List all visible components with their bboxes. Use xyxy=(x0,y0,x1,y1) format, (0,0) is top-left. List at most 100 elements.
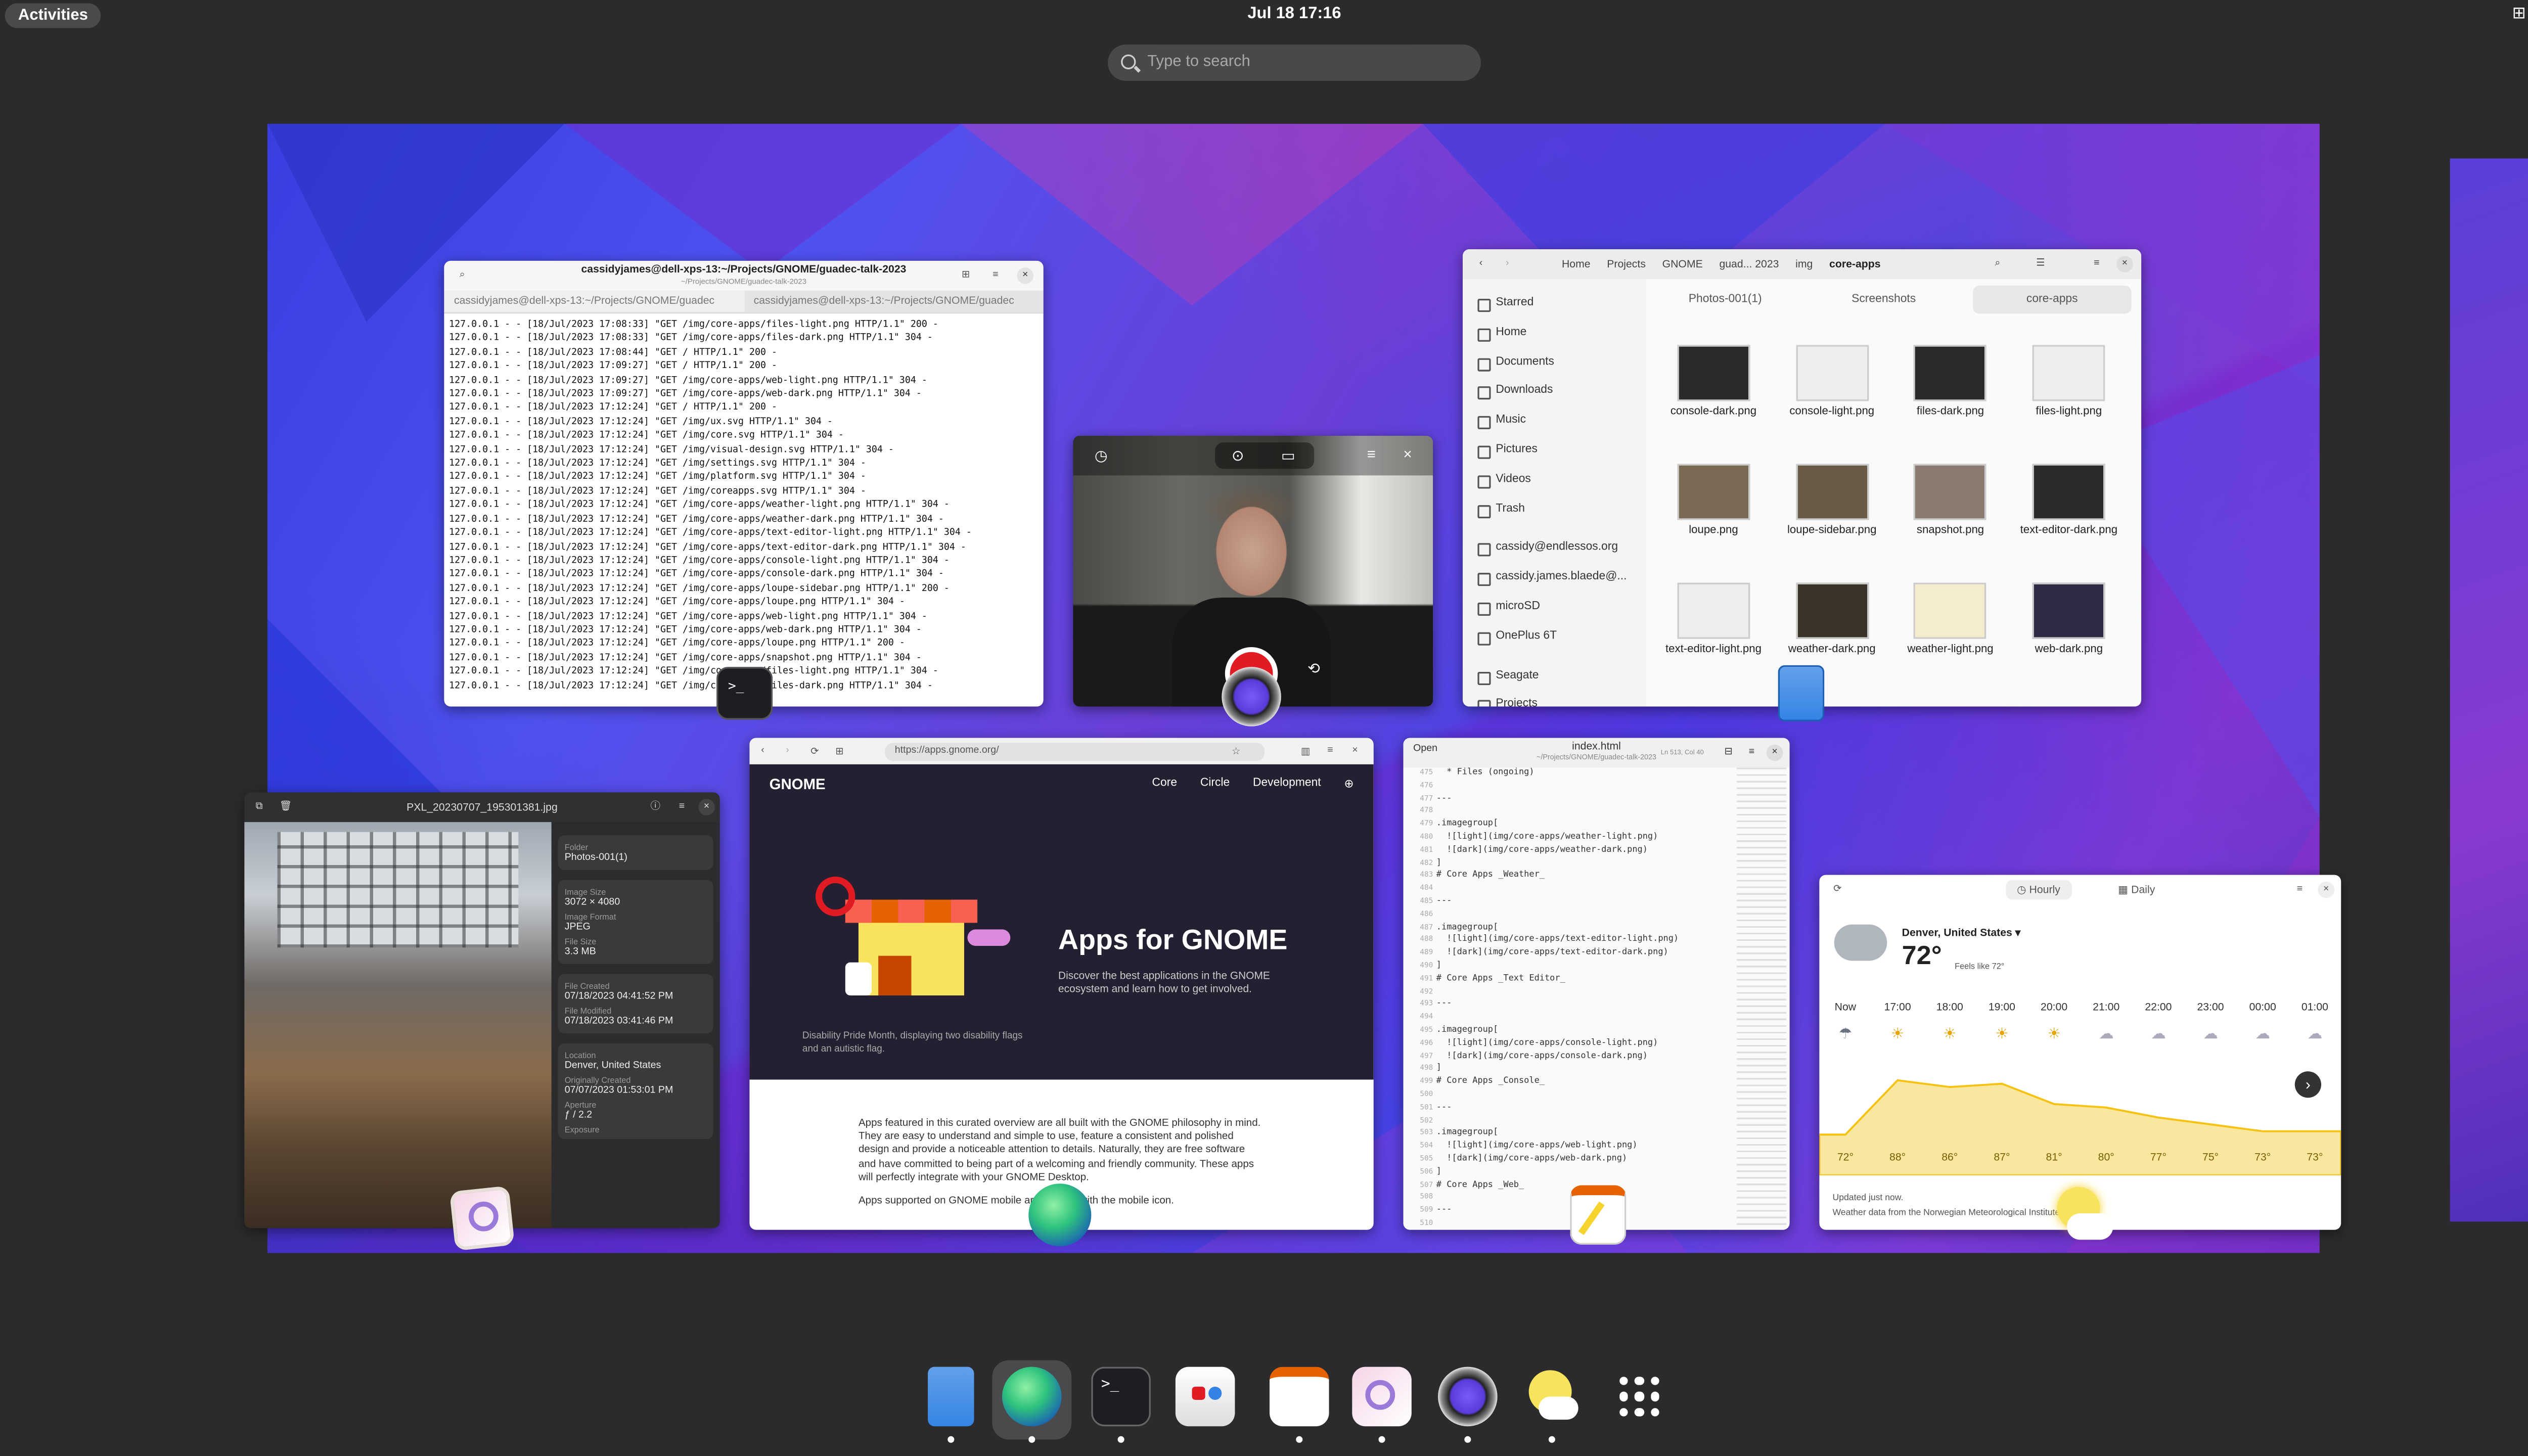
back-icon[interactable]: ‹ xyxy=(1473,256,1489,272)
cursor-position[interactable]: Ln 513, Col 40 xyxy=(1661,748,1704,756)
terminal-icon[interactable]: >_ xyxy=(1091,1367,1151,1427)
sidebar-item[interactable]: Downloads xyxy=(1463,377,1646,406)
sidebar-item[interactable]: Projects xyxy=(1463,691,1646,707)
path-segment[interactable]: Home xyxy=(1562,258,1591,270)
info-icon[interactable]: ⓘ xyxy=(647,799,664,815)
nav-link[interactable]: Development xyxy=(1253,778,1321,791)
menu-icon[interactable]: ≡ xyxy=(673,799,690,815)
sidebar-item[interactable]: microSD xyxy=(1463,593,1646,622)
menu-icon[interactable]: ≡ xyxy=(2089,256,2105,272)
text-editor-window[interactable]: Open index.html ~/Projects/GNOME/guadec-… xyxy=(1403,738,1790,1230)
path-segment[interactable]: guad... 2023 xyxy=(1719,258,1779,270)
globe-icon[interactable]: ⊕ xyxy=(1344,778,1353,791)
weather-window[interactable]: ⟳ ◷ Hourly ▦ Daily ≡ × Denver, United St… xyxy=(1819,875,2341,1230)
sidebar-item[interactable]: Seagate xyxy=(1463,661,1646,691)
menu-icon[interactable]: ≡ xyxy=(1327,746,1333,756)
web-browser-window[interactable]: ‹ › ⟳ ⊞ https://apps.gnome.org/ ☆ ▥ ≡ × … xyxy=(749,738,1374,1230)
nav-link[interactable]: Core xyxy=(1152,778,1178,791)
search-input[interactable]: Type to search xyxy=(1108,44,1481,81)
file-item[interactable]: snapshot.png xyxy=(1891,454,2009,570)
location-label[interactable]: Denver, United States ▾ xyxy=(1902,926,2021,939)
minimap[interactable] xyxy=(1737,767,1787,1230)
sidebar-item[interactable]: OnePlus 6T xyxy=(1463,622,1646,651)
clock[interactable]: Jul 18 17:16 xyxy=(0,5,2528,23)
tab-daily[interactable]: ▦ Daily xyxy=(2118,883,2155,896)
camera-icon[interactable] xyxy=(1438,1367,1498,1427)
close-icon[interactable]: × xyxy=(698,799,715,816)
open-button[interactable]: Open xyxy=(1413,745,1437,755)
web-browser-icon[interactable] xyxy=(1002,1367,1062,1427)
menu-icon[interactable]: ≡ xyxy=(1367,446,1376,463)
sidebar-item[interactable]: Trash xyxy=(1463,494,1646,524)
menu-icon[interactable]: ≡ xyxy=(987,267,1004,284)
photo-mode-icon[interactable]: ⊙ xyxy=(1232,447,1244,466)
url-bar[interactable]: https://apps.gnome.org/ xyxy=(885,742,1265,760)
new-tab-icon[interactable]: ⊞ xyxy=(958,267,974,284)
file-item[interactable]: loupe-sidebar.png xyxy=(1773,454,1891,570)
menu-icon[interactable]: ≡ xyxy=(2291,882,2308,898)
close-icon[interactable]: × xyxy=(1766,744,1783,761)
close-icon[interactable]: × xyxy=(1404,446,1412,463)
close-icon[interactable]: × xyxy=(1352,746,1358,756)
terminal-output[interactable]: 127.0.0.1 - - [18/Jul/2023 17:08:33] "GE… xyxy=(444,313,1043,698)
files-icon[interactable] xyxy=(928,1367,974,1427)
sidebar-item[interactable]: Documents xyxy=(1463,348,1646,377)
sidebar-item[interactable]: Music xyxy=(1463,406,1646,436)
trash-icon[interactable]: 🗑 xyxy=(278,799,294,815)
file-item[interactable]: console-dark.png xyxy=(1654,335,1773,451)
forward-icon[interactable]: › xyxy=(786,746,789,756)
weather-icon[interactable] xyxy=(1522,1367,1582,1427)
sidebar-item[interactable]: cassidy@endlessos.org xyxy=(1463,534,1646,563)
tab-active[interactable]: core-apps xyxy=(1973,285,2132,314)
library-icon[interactable]: ▥ xyxy=(1301,745,1311,757)
file-item[interactable]: console-light.png xyxy=(1773,335,1891,451)
photo[interactable] xyxy=(244,822,552,1228)
file-item[interactable]: loupe.png xyxy=(1654,454,1773,570)
view-options-icon[interactable]: ☰ xyxy=(2033,256,2049,272)
sidebar-item[interactable]: Videos xyxy=(1463,465,1646,494)
search-icon[interactable]: ⌕ xyxy=(454,267,471,284)
refresh-icon[interactable]: ⟳ xyxy=(1829,882,1846,898)
file-item[interactable]: files-dark.png xyxy=(1891,335,2009,451)
file-item[interactable]: weather-light.png xyxy=(1891,573,2009,689)
path-segment[interactable]: GNOME xyxy=(1662,258,1703,270)
forward-icon[interactable]: › xyxy=(1499,256,1516,272)
tab[interactable]: Photos-001(1) xyxy=(1646,279,1804,321)
sidebar-item[interactable]: Home xyxy=(1463,318,1646,348)
path-segment[interactable]: img xyxy=(1795,258,1813,270)
camera-window[interactable]: ◷ ⊙ ▭ ≡ × ⟲ xyxy=(1073,436,1433,707)
sidebar-item[interactable]: Starred xyxy=(1463,289,1646,318)
path-segment-current[interactable]: core-apps xyxy=(1829,258,1880,270)
next-workspace[interactable] xyxy=(2450,158,2528,1222)
file-item[interactable]: files-light.png xyxy=(2010,335,2128,451)
file-item[interactable]: text-editor-light.png xyxy=(1654,573,1773,689)
file-item[interactable]: web-dark.png xyxy=(2010,573,2128,689)
copy-icon[interactable]: ⧉ xyxy=(251,799,267,815)
sidebar-item[interactable]: cassidy.james.blaede@... xyxy=(1463,563,1646,593)
editor-content[interactable]: * Files (ongoing) --- .imagegroup[ ![lig… xyxy=(1404,767,1731,1218)
save-icon[interactable]: ⊟ xyxy=(1720,745,1737,761)
tab-hourly[interactable]: ◷ Hourly xyxy=(2005,880,2072,900)
new-tab-icon[interactable]: ⊞ xyxy=(835,745,843,757)
tab[interactable]: Screenshots xyxy=(1804,279,1963,321)
path-segment[interactable]: Projects xyxy=(1607,258,1646,270)
back-icon[interactable]: ‹ xyxy=(761,746,764,756)
sidebar-item[interactable]: Pictures xyxy=(1463,436,1646,465)
reload-icon[interactable]: ⟳ xyxy=(810,745,819,757)
data-source-link[interactable]: Weather data from the Norwegian Meteorol… xyxy=(1832,1206,2060,1220)
close-icon[interactable]: × xyxy=(2318,881,2335,898)
switch-camera-icon[interactable]: ⟲ xyxy=(1307,660,1320,678)
text-editor-icon[interactable] xyxy=(1270,1367,1329,1427)
system-tray[interactable]: ⊞ 🔈 ▯ xyxy=(2512,5,2528,23)
video-mode-icon[interactable]: ▭ xyxy=(1281,447,1295,466)
terminal-tab[interactable]: cassidyjames@dell-xps-13:~/Projects/GNOM… xyxy=(444,291,744,312)
software-icon[interactable] xyxy=(1175,1367,1235,1427)
close-icon[interactable]: × xyxy=(2116,256,2133,272)
close-icon[interactable]: × xyxy=(1017,267,1034,284)
terminal-window[interactable]: ⌕ cassidyjames@dell-xps-13:~/Projects/GN… xyxy=(444,260,1044,707)
menu-icon[interactable]: ≡ xyxy=(1743,745,1760,761)
next-arrow-button[interactable]: › xyxy=(2294,1071,2322,1098)
files-window[interactable]: ‹ › Home Projects GNOME guad... 2023 img… xyxy=(1463,249,2142,707)
file-item[interactable]: text-editor-dark.png xyxy=(2010,454,2128,570)
app-grid-icon[interactable] xyxy=(1610,1367,1669,1427)
